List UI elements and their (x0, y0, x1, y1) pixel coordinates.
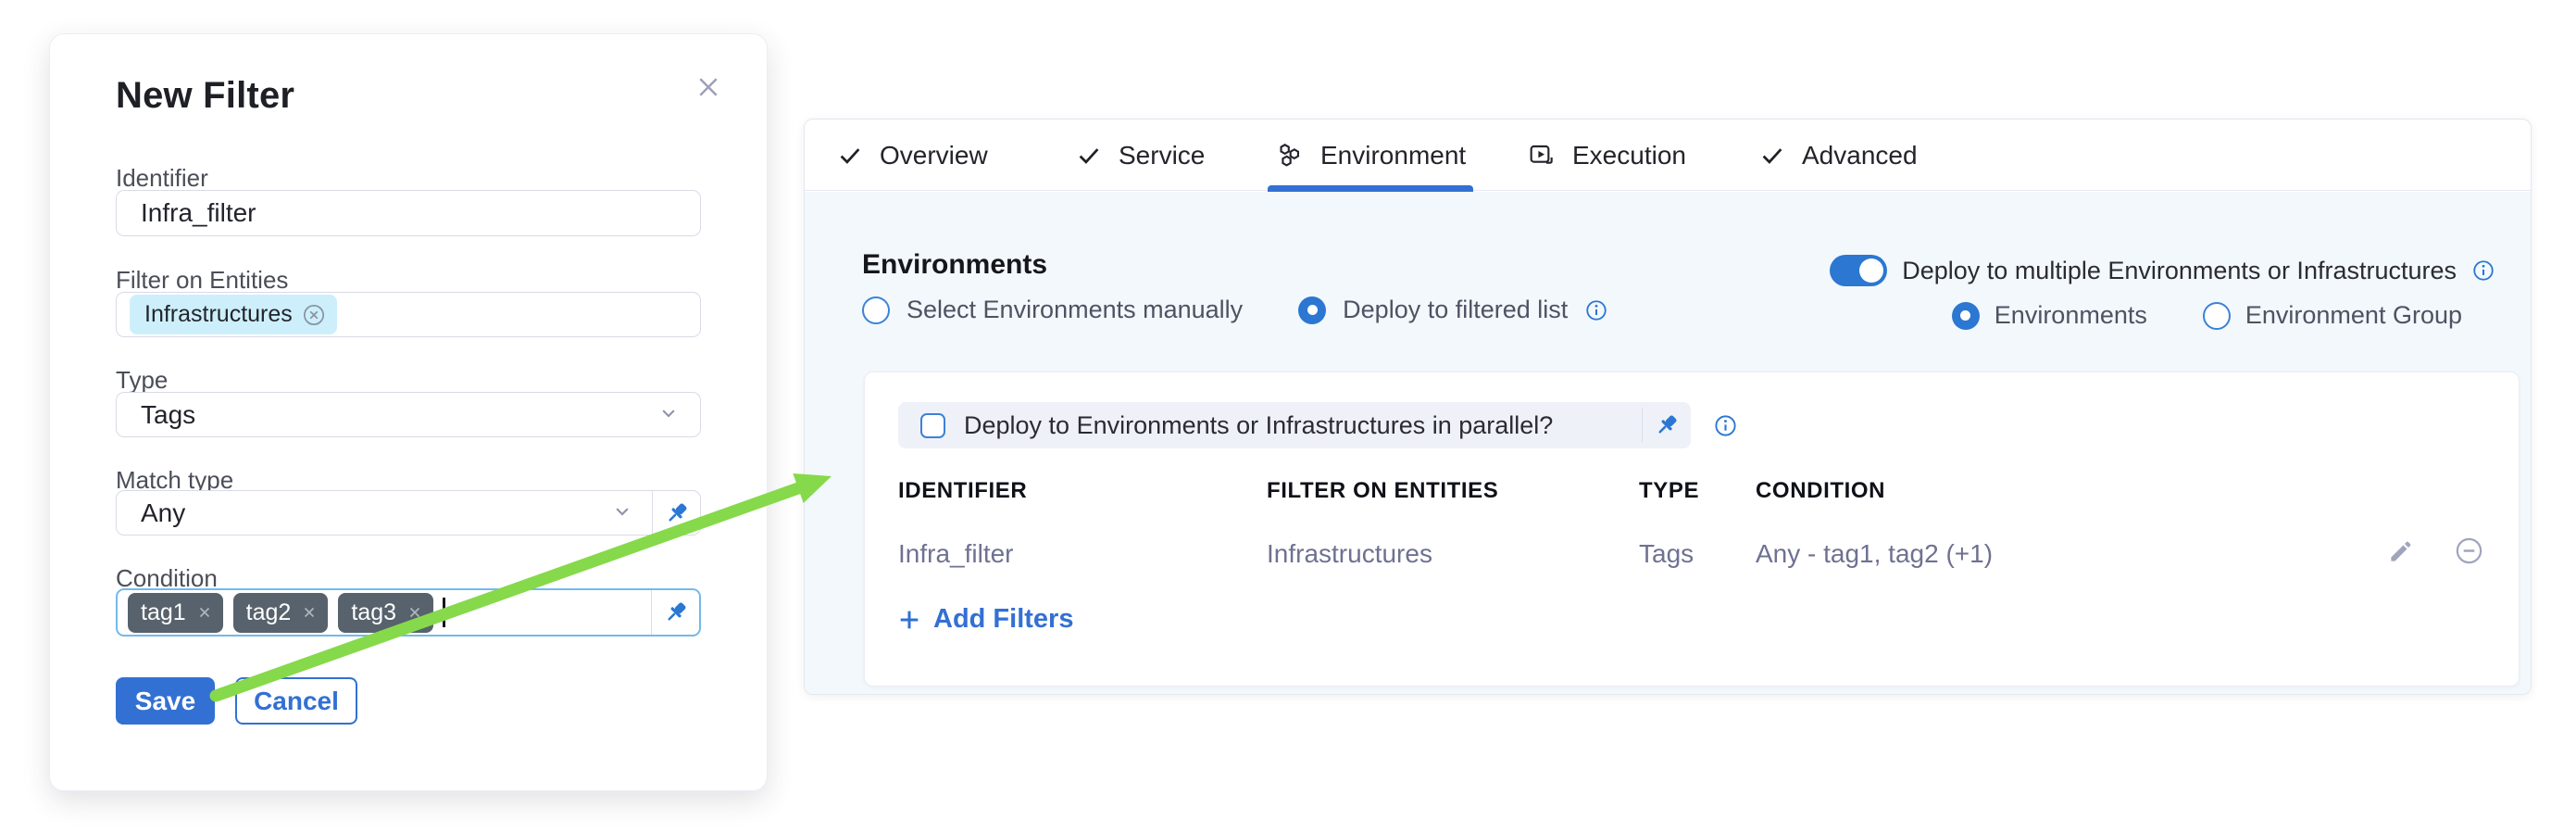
chevron-down-icon (609, 498, 635, 528)
condition-field[interactable]: tag1 tag2 tag3 (116, 588, 701, 637)
radio-select-manually-label: Select Environments manually (907, 296, 1243, 324)
type-select[interactable]: Tags (116, 392, 701, 437)
row-filter-on-entities: Infrastructures (1267, 539, 1432, 569)
save-button[interactable]: Save (116, 677, 215, 725)
row-identifier: Infra_filter (898, 539, 1014, 569)
pin-icon[interactable] (1643, 411, 1691, 439)
radio-environment-group-label: Environment Group (2245, 301, 2462, 330)
parallel-checkbox[interactable] (920, 413, 945, 438)
close-icon[interactable] (691, 69, 726, 105)
check-icon (836, 142, 864, 170)
col-header-type: TYPE (1639, 478, 1699, 504)
filter-on-entities-field[interactable]: Infrastructures (116, 292, 701, 337)
remove-icon[interactable] (2454, 536, 2484, 571)
multi-deploy-toggle-row: Deploy to multiple Environments or Infra… (1830, 255, 2495, 286)
chip-remove-icon[interactable] (300, 603, 319, 622)
tab-label: Environment (1320, 141, 1466, 170)
chip-remove-circle-icon[interactable] (302, 303, 326, 327)
tab-label: Overview (880, 141, 988, 170)
chip-remove-icon[interactable] (406, 603, 424, 622)
tab-label: Service (1119, 141, 1205, 170)
radio-deploy-filtered-label: Deploy to filtered list (1343, 296, 1568, 324)
info-icon[interactable] (2471, 258, 2495, 283)
entities-chip[interactable]: Infrastructures (130, 295, 337, 334)
condition-chip[interactable]: tag3 (338, 593, 433, 633)
environment-icon (1275, 141, 1305, 170)
modal-title: New Filter (116, 75, 294, 117)
environments-heading: Environments (862, 249, 1047, 281)
info-icon[interactable] (1584, 298, 1608, 322)
condition-chip[interactable]: tag2 (233, 593, 329, 633)
identifier-field[interactable]: Infra_filter (116, 190, 701, 236)
match-type-select[interactable]: Any (116, 490, 701, 536)
col-header-identifier: IDENTIFIER (898, 478, 1027, 504)
info-icon[interactable] (1713, 413, 1738, 443)
identifier-label: Identifier (116, 164, 208, 193)
tab-advanced[interactable]: Advanced (1751, 120, 1925, 191)
parallel-option-bar: Deploy to Environments or Infrastructure… (898, 402, 1691, 448)
condition-chip-label: tag1 (141, 599, 186, 626)
identifier-value: Infra_filter (117, 198, 256, 228)
radio-select-manually[interactable] (862, 296, 890, 324)
add-filters-button[interactable]: Add Filters (896, 604, 1073, 635)
radio-deploy-filtered[interactable] (1298, 296, 1326, 324)
stage-config-panel: Overview Service Environment Execution A… (804, 119, 2532, 695)
col-header-condition: CONDITION (1756, 478, 1885, 504)
tab-execution[interactable]: Execution (1519, 120, 1694, 191)
tab-overview[interactable]: Overview (829, 120, 995, 191)
radio-environments-label: Environments (1995, 301, 2147, 330)
execution-icon (1527, 141, 1557, 170)
new-filter-modal: New Filter Identifier Infra_filter Filte… (49, 33, 768, 791)
deploy-multiple-toggle-label: Deploy to multiple Environments or Infra… (1902, 257, 2457, 285)
radio-environment-group[interactable] (2203, 302, 2231, 330)
chevron-down-icon (656, 399, 682, 430)
type-value: Tags (117, 400, 195, 430)
cancel-button[interactable]: Cancel (235, 677, 357, 725)
radio-environments[interactable] (1952, 302, 1980, 330)
condition-chip[interactable]: tag1 (128, 593, 223, 633)
parallel-checkbox-label: Deploy to Environments or Infrastructure… (964, 411, 1642, 440)
tab-service[interactable]: Service (1068, 120, 1212, 191)
pin-icon[interactable] (652, 491, 700, 535)
pin-icon[interactable] (651, 590, 699, 635)
environment-target-radios: Environments Environment Group (1952, 301, 2462, 330)
col-header-filter-on-entities: FILTER ON ENTITIES (1267, 478, 1498, 504)
chip-remove-icon[interactable] (195, 603, 214, 622)
filters-card: Deploy to Environments or Infrastructure… (864, 372, 2520, 687)
environment-mode-radios: Select Environments manually Deploy to f… (862, 296, 1608, 324)
condition-chip-label: tag3 (351, 599, 396, 626)
filter-on-entities-label: Filter on Entities (116, 266, 288, 295)
match-type-value: Any (117, 498, 185, 528)
type-label: Type (116, 366, 168, 395)
condition-chip-label: tag2 (246, 599, 292, 626)
check-icon (1075, 142, 1103, 170)
environment-tab-content: Environments Select Environments manuall… (805, 192, 2531, 694)
deploy-multiple-toggle[interactable] (1830, 255, 1887, 286)
text-caret (443, 598, 445, 627)
check-icon (1758, 142, 1786, 170)
row-type: Tags (1639, 539, 1694, 569)
tab-label: Execution (1572, 141, 1686, 170)
plus-icon (896, 607, 922, 633)
row-condition: Any - tag1, tag2 (+1) (1756, 539, 1993, 569)
tab-label: Advanced (1802, 141, 1918, 170)
edit-icon[interactable] (2387, 537, 2415, 570)
tab-environment[interactable]: Environment (1268, 120, 1473, 191)
entities-chip-label: Infrastructures (144, 301, 293, 328)
stage-tabbar: Overview Service Environment Execution A… (805, 120, 2531, 191)
add-filters-label: Add Filters (933, 604, 1073, 635)
